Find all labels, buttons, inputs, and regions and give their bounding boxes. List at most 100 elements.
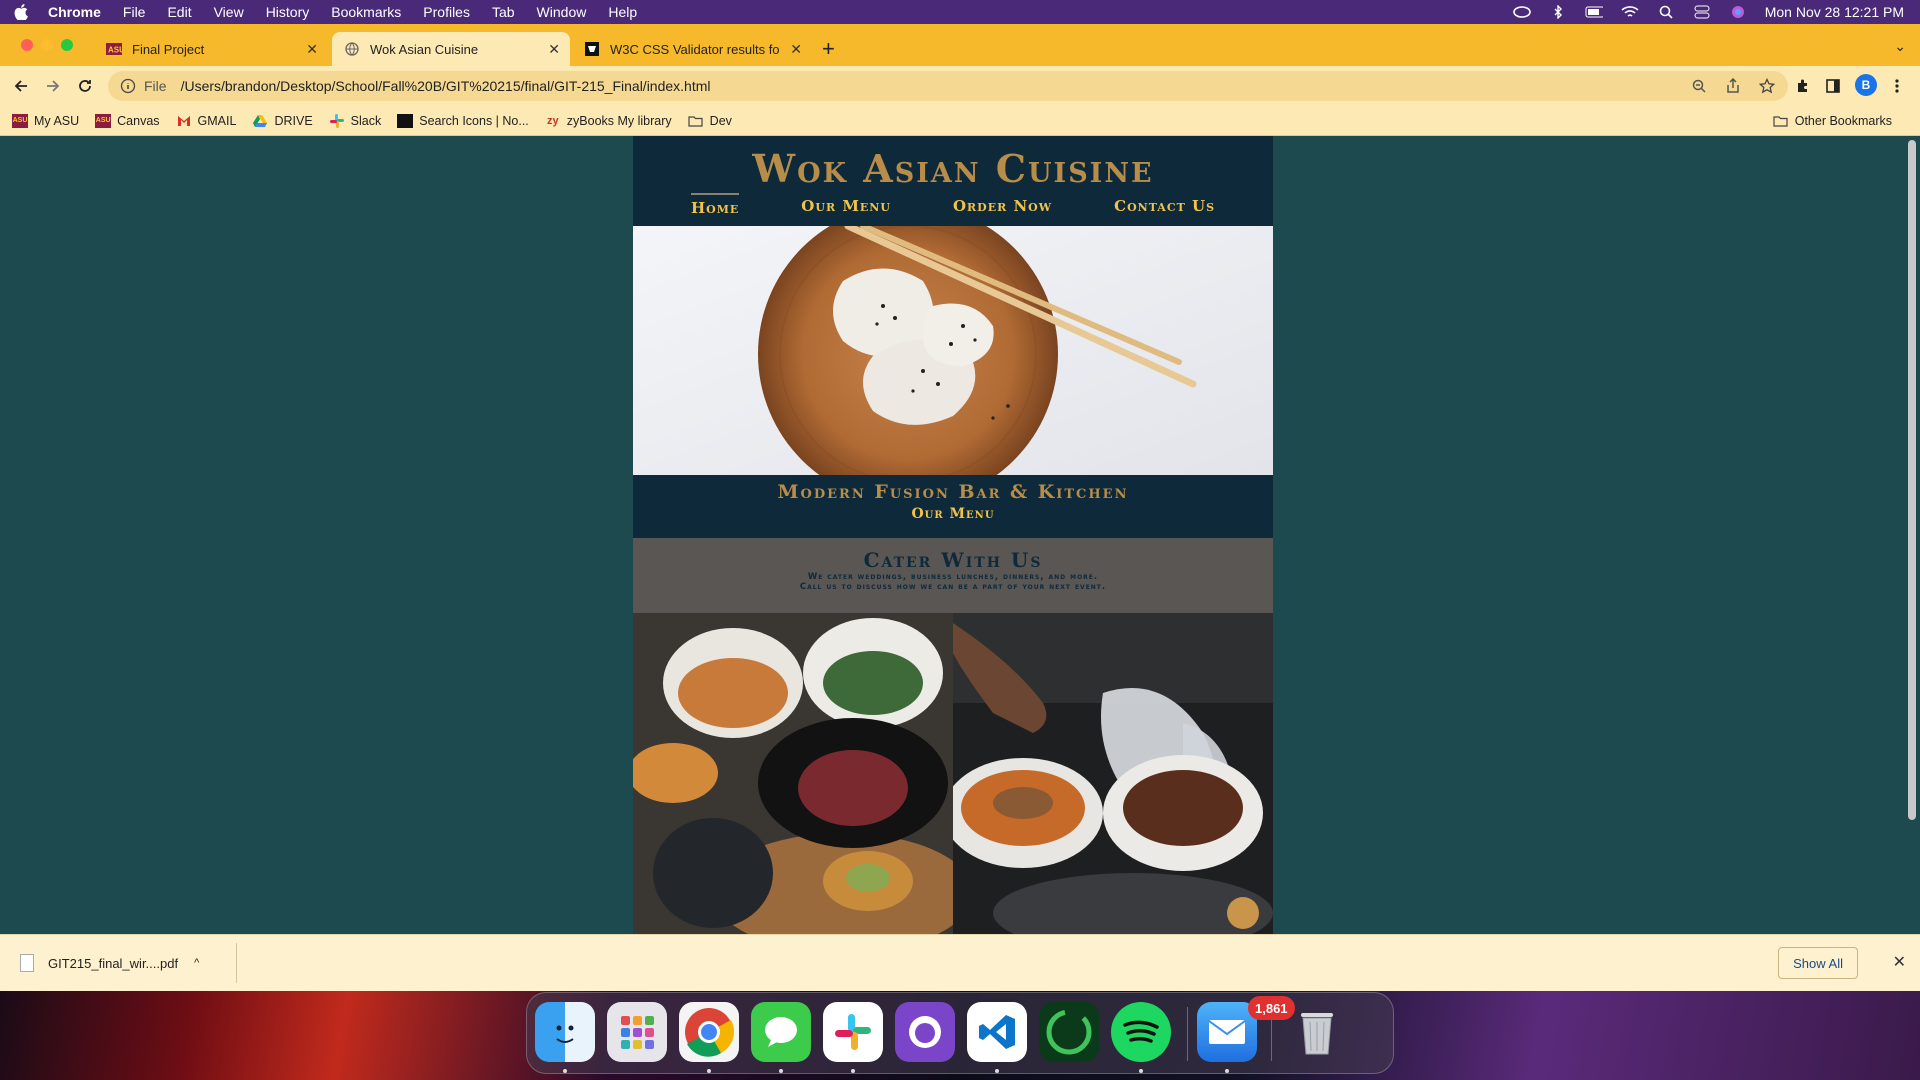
menu-file[interactable]: File xyxy=(123,4,146,20)
window-maximize-button[interactable] xyxy=(61,39,73,51)
globe-icon xyxy=(344,41,360,57)
site-title: Wok Asian Cuisine xyxy=(752,146,1154,191)
slack-icon[interactable] xyxy=(823,1002,883,1062)
page-scrollbar[interactable] xyxy=(1908,140,1916,820)
info-icon[interactable] xyxy=(120,78,136,94)
bookmark-label: DRIVE xyxy=(274,113,313,128)
menu-tab[interactable]: Tab xyxy=(492,4,515,20)
folder-icon xyxy=(688,114,704,128)
our-menu-link[interactable]: Our Menu xyxy=(633,506,1273,522)
vscode-icon[interactable] xyxy=(967,1002,1027,1062)
tab-w3c-validator[interactable]: W3C CSS Validator results for ✕ xyxy=(572,32,812,66)
bookmark-star-icon[interactable] xyxy=(1758,77,1776,95)
bookmark-slack[interactable]: Slack xyxy=(329,113,382,128)
dock-running-indicator xyxy=(1225,1069,1229,1073)
site-container: Wok Asian Cuisine Home Our Menu Order No… xyxy=(633,136,1273,934)
bookmark-label: Search Icons | No... xyxy=(419,113,529,128)
drive-icon xyxy=(252,114,268,128)
w3c-icon xyxy=(584,41,600,57)
chevron-up-icon[interactable]: ^ xyxy=(194,957,199,969)
finder-icon[interactable] xyxy=(535,1002,595,1062)
spotify-icon[interactable] xyxy=(1111,1002,1171,1062)
window-minimize-button[interactable] xyxy=(41,39,53,51)
reload-icon[interactable] xyxy=(74,75,96,97)
show-all-button[interactable]: Show All xyxy=(1778,947,1858,979)
bookmark-label: My ASU xyxy=(34,113,80,128)
bookmark-label: Other Bookmarks xyxy=(1794,114,1892,128)
tab-close-icon[interactable]: ✕ xyxy=(548,41,560,58)
tab-wok-asian-cuisine[interactable]: Wok Asian Cuisine ✕ xyxy=(332,32,570,66)
bookmark-label: Slack xyxy=(350,113,382,128)
asu-icon: ASU xyxy=(95,113,112,128)
svg-text:ASU: ASU xyxy=(108,46,122,55)
site-header: Wok Asian Cuisine Home Our Menu Order No… xyxy=(633,136,1273,226)
bluetooth-icon[interactable] xyxy=(1549,5,1567,19)
control-center-icon[interactable] xyxy=(1693,5,1711,19)
menu-window[interactable]: Window xyxy=(537,4,587,20)
chrome-icon[interactable] xyxy=(679,1002,739,1062)
bookmark-zybooks[interactable]: zy zyBooks My library xyxy=(545,114,672,128)
tab-title: Wok Asian Cuisine xyxy=(370,41,479,57)
download-filename: GIT215_final_wir....pdf xyxy=(48,955,179,971)
apple-icon[interactable] xyxy=(14,4,30,20)
asu-icon: ASU xyxy=(106,41,122,57)
nav-order-now-link[interactable]: Order Now xyxy=(953,193,1052,217)
more-menu-icon[interactable] xyxy=(1886,75,1908,97)
menu-edit[interactable]: Edit xyxy=(167,4,191,20)
page-viewport[interactable]: Wok Asian Cuisine Home Our Menu Order No… xyxy=(0,136,1920,934)
bookmark-search-icons[interactable]: Search Icons | No... xyxy=(397,113,529,128)
photo-gallery xyxy=(633,613,1273,934)
trash-icon[interactable] xyxy=(1287,1002,1347,1062)
bookmark-canvas[interactable]: ASU Canvas xyxy=(95,113,160,128)
menu-view[interactable]: View xyxy=(214,4,244,20)
bookmark-drive[interactable]: DRIVE xyxy=(252,113,313,128)
nav-contact-us-link[interactable]: Contact Us xyxy=(1114,193,1215,217)
bookmark-folder-dev[interactable]: Dev xyxy=(688,114,732,128)
divider xyxy=(236,943,237,983)
window-close-button[interactable] xyxy=(21,39,33,51)
url-scheme: File xyxy=(144,78,167,94)
bookmark-folder-other[interactable]: Other Bookmarks xyxy=(1773,106,1892,136)
bookmark-my-asu[interactable]: ASU My ASU xyxy=(12,113,80,128)
browser-tab-strip: ASU Final Project ✕ Wok Asian Cuisine ✕ … xyxy=(0,24,1920,66)
forward-arrow-icon[interactable] xyxy=(42,75,64,97)
messages-icon[interactable] xyxy=(751,1002,811,1062)
tab-search-chevron-icon[interactable]: ⌄ xyxy=(1894,38,1906,55)
creative-cloud-icon[interactable] xyxy=(1512,5,1531,19)
bookmark-label: zyBooks My library xyxy=(566,113,672,128)
siri-icon[interactable] xyxy=(1729,5,1747,19)
back-arrow-icon[interactable] xyxy=(10,75,32,97)
nav-our-menu-link[interactable]: Our Menu xyxy=(801,193,891,217)
launchpad-icon[interactable] xyxy=(607,1002,667,1062)
share-icon[interactable] xyxy=(1724,77,1742,95)
battery-icon[interactable] xyxy=(1585,5,1603,19)
github-desktop-icon[interactable] xyxy=(895,1002,955,1062)
wifi-icon[interactable] xyxy=(1621,5,1639,19)
menu-help[interactable]: Help xyxy=(608,4,637,20)
nav-home-link[interactable]: Home xyxy=(690,193,740,217)
bookmarks-bar: ASU My ASU ASU Canvas GMAIL DRIVE Slack … xyxy=(0,106,1920,136)
menu-app-name[interactable]: Chrome xyxy=(48,4,101,20)
tab-close-icon[interactable]: ✕ xyxy=(306,41,318,58)
menu-profiles[interactable]: Profiles xyxy=(423,4,470,20)
download-item[interactable]: GIT215_final_wir....pdf ^ xyxy=(20,945,199,981)
circular-app-icon[interactable] xyxy=(1039,1002,1099,1062)
close-icon[interactable]: ✕ xyxy=(1893,952,1906,972)
menu-history[interactable]: History xyxy=(266,4,310,20)
tab-final-project[interactable]: ASU Final Project ✕ xyxy=(94,32,328,66)
profile-avatar[interactable]: B xyxy=(1855,74,1877,96)
extensions-puzzle-icon[interactable] xyxy=(1792,75,1814,97)
side-panel-icon[interactable] xyxy=(1822,75,1844,97)
zoom-icon[interactable] xyxy=(1690,77,1708,95)
menu-bookmarks[interactable]: Bookmarks xyxy=(331,4,401,20)
dock-running-indicator xyxy=(1139,1069,1143,1073)
menu-clock[interactable]: Mon Nov 28 12:21 PM xyxy=(1765,4,1904,20)
address-bar[interactable]: File /Users/brandon/Desktop/School/Fall%… xyxy=(108,71,1788,101)
url-text[interactable]: /Users/brandon/Desktop/School/Fall%20B/G… xyxy=(181,78,711,94)
bookmark-gmail[interactable]: GMAIL xyxy=(176,114,236,128)
tab-close-icon[interactable]: ✕ xyxy=(790,41,802,58)
mail-unread-badge: 1,861 xyxy=(1248,996,1295,1020)
dock-running-indicator xyxy=(995,1069,999,1073)
new-tab-button[interactable]: + xyxy=(822,36,835,62)
spotlight-search-icon[interactable] xyxy=(1657,5,1675,19)
